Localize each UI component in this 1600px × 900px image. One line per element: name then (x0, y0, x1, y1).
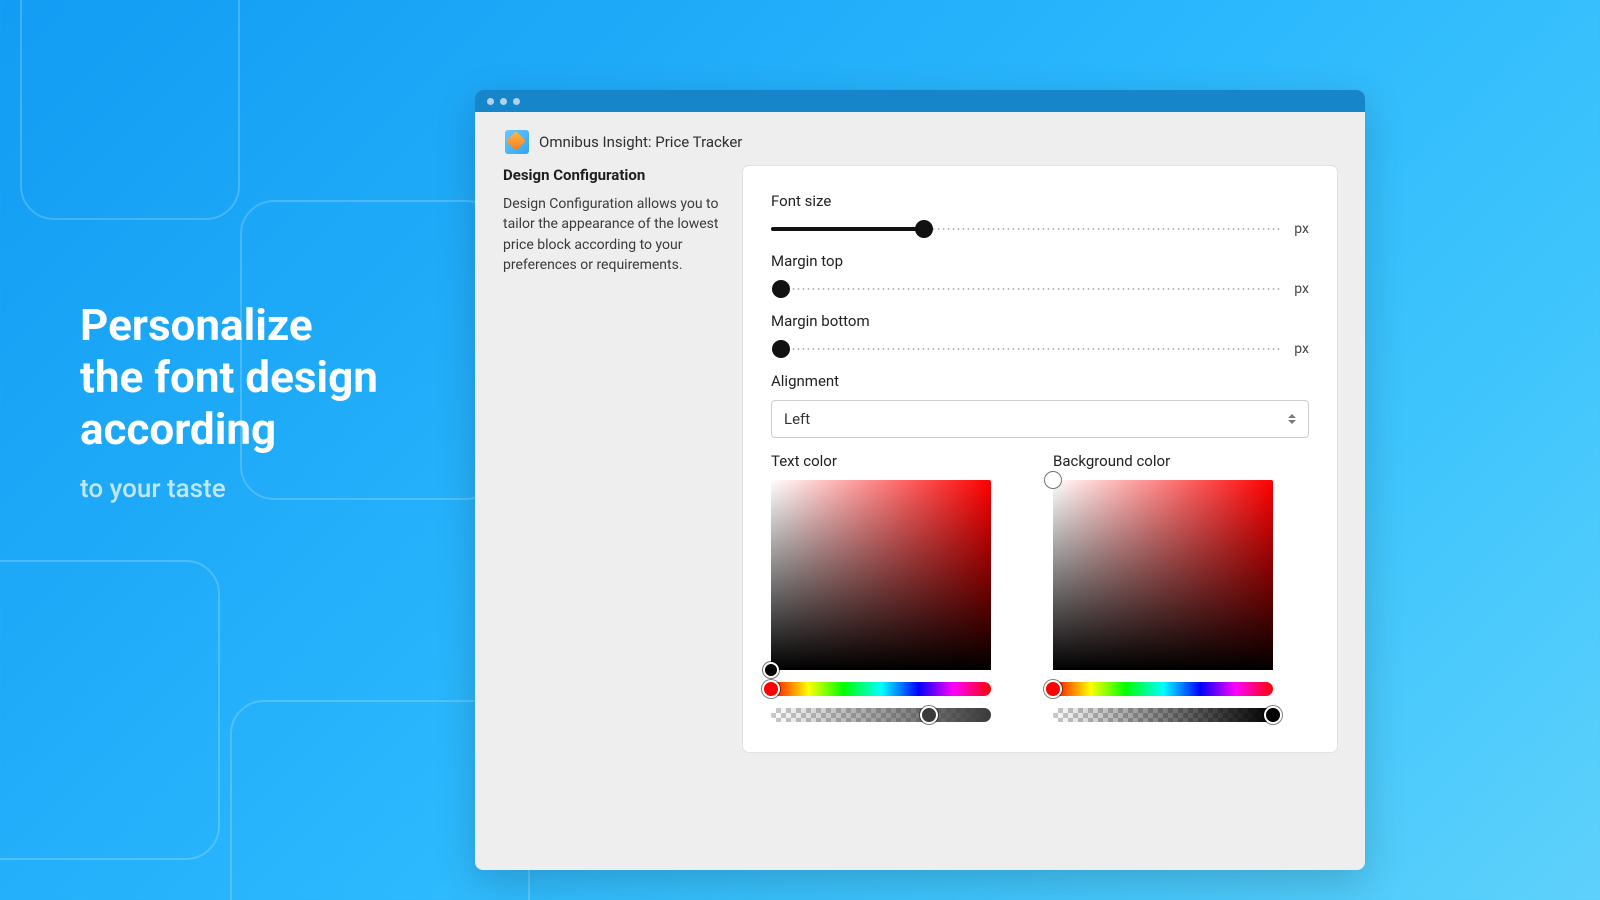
margin-top-label: Margin top (771, 252, 1309, 270)
margin-top-slider[interactable] (771, 280, 1280, 298)
side-panel: Design Configuration Design Configuratio… (503, 166, 721, 752)
background-color-label: Background color (1053, 452, 1275, 470)
hero-subline: to your taste (80, 474, 460, 504)
font-size-slider[interactable] (771, 220, 1280, 238)
settings-card: Font size px Margin top (743, 166, 1337, 752)
bg-shape (0, 560, 220, 860)
hero-headline: Personalize the font design according (80, 300, 460, 456)
background-color-satval[interactable] (1053, 480, 1273, 670)
select-caret-icon (1288, 414, 1296, 424)
traffic-light-close[interactable] (487, 98, 494, 105)
slider-fill (771, 227, 924, 231)
hue-thumb[interactable] (1044, 680, 1062, 698)
slider-thumb[interactable] (915, 220, 933, 238)
panel-heading: Design Configuration (503, 166, 721, 184)
slider-track (771, 288, 1280, 290)
alignment-label: Alignment (771, 372, 1309, 390)
bg-shape (20, 0, 240, 220)
alignment-value: Left (784, 410, 810, 428)
slider-thumb[interactable] (772, 340, 790, 358)
margin-top-unit: px (1294, 281, 1309, 297)
text-color-satval[interactable] (771, 480, 991, 670)
alpha-thumb[interactable] (920, 706, 938, 724)
hero-copy: Personalize the font design according to… (80, 300, 460, 504)
satval-thumb[interactable] (1045, 472, 1061, 488)
margin-bottom-slider[interactable] (771, 340, 1280, 358)
margin-bottom-label: Margin bottom (771, 312, 1309, 330)
traffic-light-minimize[interactable] (500, 98, 507, 105)
alignment-select[interactable]: Left (771, 400, 1309, 438)
window-titlebar[interactable] (475, 90, 1365, 112)
panel-description: Design Configuration allows you to tailo… (503, 194, 721, 275)
traffic-light-zoom[interactable] (513, 98, 520, 105)
app-logo-icon (505, 130, 529, 154)
margin-bottom-field: Margin bottom px (771, 312, 1309, 358)
margin-top-field: Margin top px (771, 252, 1309, 298)
hue-thumb[interactable] (762, 680, 780, 698)
text-color-hue-slider[interactable] (771, 682, 991, 696)
background-color-hue-slider[interactable] (1053, 682, 1273, 696)
margin-bottom-unit: px (1294, 341, 1309, 357)
app-header: Omnibus Insight: Price Tracker (475, 112, 1365, 166)
satval-thumb[interactable] (763, 662, 779, 678)
slider-thumb[interactable] (772, 280, 790, 298)
text-color-label: Text color (771, 452, 993, 470)
background-color-field: Background color (1053, 452, 1275, 722)
text-color-field: Text color (771, 452, 993, 722)
app-window: Omnibus Insight: Price Tracker Design Co… (475, 90, 1365, 870)
text-color-alpha-slider[interactable] (771, 708, 991, 722)
font-size-label: Font size (771, 192, 1309, 210)
alignment-field: Alignment Left (771, 372, 1309, 438)
font-size-field: Font size px (771, 192, 1309, 238)
slider-track (771, 348, 1280, 350)
background-color-alpha-slider[interactable] (1053, 708, 1273, 722)
alpha-thumb[interactable] (1264, 706, 1282, 724)
font-size-unit: px (1294, 221, 1309, 237)
app-title: Omnibus Insight: Price Tracker (539, 133, 742, 151)
